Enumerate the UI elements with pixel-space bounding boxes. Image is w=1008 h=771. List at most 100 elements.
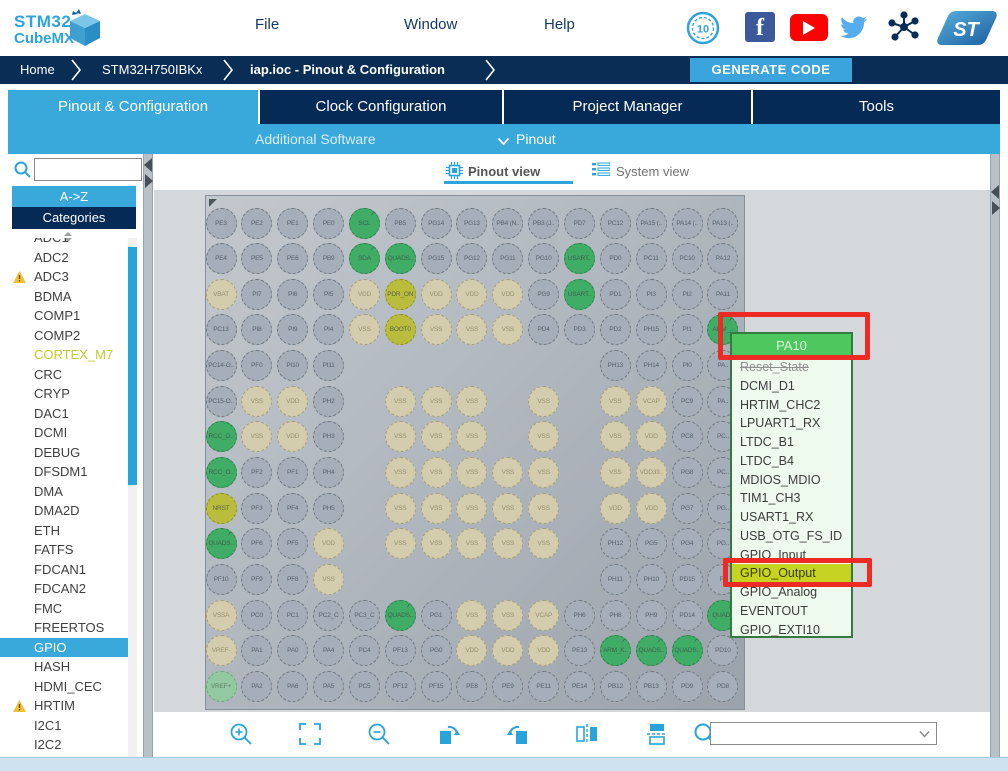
additional-software-link[interactable]: Additional Software: [255, 131, 376, 147]
pin-PD4[interactable]: PD4: [528, 314, 559, 345]
pin-VSS[interactable]: VSS: [241, 386, 272, 417]
sidebar-item-adc1[interactable]: ADC1: [0, 238, 138, 248]
pin-PA6[interactable]: PA6: [277, 671, 308, 702]
pin-PH5[interactable]: PH5: [313, 493, 344, 524]
pin-VDD[interactable]: VDD: [492, 635, 523, 666]
pin-VCAP[interactable]: VCAP: [636, 386, 667, 417]
twitter-icon[interactable]: [838, 13, 870, 46]
sidebar-item-bdma[interactable]: BDMA: [0, 287, 138, 307]
pin-PA11[interactable]: PA11: [707, 279, 738, 310]
pin-QUADS[interactable]: QUADS..: [636, 635, 667, 666]
pin-VREF+[interactable]: VREF+: [206, 671, 237, 702]
pin-PH13[interactable]: PH13: [600, 350, 631, 381]
sidebar-item-cryp[interactable]: CRYP: [0, 384, 138, 404]
sidebar-item-freertos[interactable]: FREERTOS: [0, 618, 138, 638]
sidebar-item-comp2[interactable]: COMP2: [0, 326, 138, 346]
pin-PC14-O[interactable]: PC14-O..: [206, 350, 237, 381]
flip-horizontal-icon[interactable]: [574, 721, 600, 747]
sort-az-button[interactable]: A->Z: [12, 186, 136, 207]
pin-VSS[interactable]: VSS: [492, 600, 523, 631]
pin-menu-item-lpuart1_rx[interactable]: LPUART1_RX: [732, 414, 851, 433]
pin-VSS[interactable]: VSS: [421, 457, 452, 488]
pin-PE4[interactable]: PE4: [206, 243, 237, 274]
pin-PC4[interactable]: PC4: [349, 635, 380, 666]
pin-PI5[interactable]: PI5: [313, 279, 344, 310]
pin-VDD[interactable]: VDD: [277, 386, 308, 417]
pin-PG5[interactable]: PG5: [636, 528, 667, 559]
pin-PG9[interactable]: PG9: [528, 279, 559, 310]
pin-QUADS[interactable]: QUADS..: [385, 243, 416, 274]
pin-PC2_C[interactable]: PC2_C: [313, 600, 344, 631]
pin-PF8[interactable]: PF8: [277, 564, 308, 595]
pin-PE11[interactable]: PE11: [528, 671, 559, 702]
pin-PC3_C[interactable]: PC3_C: [349, 600, 380, 631]
pin-PI7[interactable]: PI7: [241, 279, 272, 310]
pin-VSS[interactable]: VSS: [492, 457, 523, 488]
sidebar-item-crc[interactable]: CRC: [0, 365, 138, 385]
pin-VSS[interactable]: VSS: [600, 421, 631, 452]
pin-PA13[interactable]: PA13 (..: [707, 208, 738, 239]
pin-QUADS[interactable]: QUADS..: [672, 635, 703, 666]
pin-PC5[interactable]: PC5: [349, 671, 380, 702]
youtube-icon[interactable]: [790, 14, 828, 41]
pin-SCL[interactable]: SCL: [349, 208, 380, 239]
pin-PD2[interactable]: PD2: [600, 314, 631, 345]
pin-VDD[interactable]: VDD: [313, 528, 344, 559]
pin-PI2[interactable]: PI2: [672, 279, 703, 310]
pin-PD9[interactable]: PD9: [672, 671, 703, 702]
sidebar-item-adc2[interactable]: ADC2: [0, 248, 138, 268]
pin-PI10[interactable]: PI10: [277, 350, 308, 381]
sidebar-item-i2c2[interactable]: I2C2: [0, 735, 138, 755]
pin-PE3[interactable]: PE3: [206, 208, 237, 239]
pin-BOOT0[interactable]: BOOT0: [385, 314, 416, 345]
anniversary-10-badge-icon[interactable]: 10: [686, 11, 720, 50]
pin-PG8[interactable]: PG8: [672, 457, 703, 488]
pinout-dropdown[interactable]: Pinout: [497, 131, 556, 147]
pin-PC1[interactable]: PC1: [277, 600, 308, 631]
pin-VDD33[interactable]: VDD33..: [636, 457, 667, 488]
pin-PD3[interactable]: PD3: [564, 314, 595, 345]
pin-VSS[interactable]: VSS: [528, 493, 559, 524]
pin-PI3[interactable]: PI3: [636, 279, 667, 310]
pin-VCAP[interactable]: VCAP: [528, 600, 559, 631]
pin-VSS[interactable]: VSS: [528, 421, 559, 452]
st-logo[interactable]: ST: [936, 9, 998, 52]
pin-VSS[interactable]: VSS: [600, 386, 631, 417]
pinout-canvas[interactable]: PE3PE2PE1PE0SCLPB5PG14PG13PB4 (N..PB3 (J…: [154, 190, 990, 712]
pin-PF12[interactable]: PF12: [385, 671, 416, 702]
pin-PC15-O[interactable]: PC15-O..: [206, 386, 237, 417]
pin-menu-item-gpio_input[interactable]: GPIO_Input: [732, 546, 851, 565]
pin-PD15[interactable]: PD15: [672, 564, 703, 595]
sidebar-item-dfsdm1[interactable]: DFSDM1: [0, 462, 138, 482]
pin-PF6[interactable]: PF6: [241, 528, 272, 559]
pin-PE9[interactable]: PE9: [492, 671, 523, 702]
pin-PA1[interactable]: PA1: [241, 635, 272, 666]
pin-VSS[interactable]: VSS: [456, 528, 487, 559]
pin-VDD[interactable]: VDD: [456, 635, 487, 666]
pin-PG13[interactable]: PG13: [456, 208, 487, 239]
pin-PC8[interactable]: PC8: [672, 421, 703, 452]
pin-PG4[interactable]: PG4: [672, 528, 703, 559]
pin-menu-item-ltdc_b1[interactable]: LTDC_B1: [732, 433, 851, 452]
pin-PF13[interactable]: PF13: [385, 635, 416, 666]
pin-VSS[interactable]: VSS: [385, 493, 416, 524]
sidebar-item-comp1[interactable]: COMP1: [0, 306, 138, 326]
pin-PH15[interactable]: PH15: [636, 314, 667, 345]
pin-PB12[interactable]: PB12: [600, 671, 631, 702]
community-icon[interactable]: [888, 11, 920, 48]
tab-system-view[interactable]: System view: [592, 162, 610, 183]
pin-PG14[interactable]: PG14: [421, 208, 452, 239]
pin-menu-item-gpio_output[interactable]: GPIO_Output: [732, 564, 851, 583]
breadcrumb-project[interactable]: iap.ioc - Pinout & Configuration: [250, 62, 445, 77]
pin-PH12[interactable]: PH12: [600, 528, 631, 559]
peripheral-search-input[interactable]: [34, 158, 142, 181]
pin-PE1[interactable]: PE1: [277, 208, 308, 239]
tab-tools[interactable]: Tools: [753, 90, 1000, 124]
pin-PC12[interactable]: PC12: [600, 208, 631, 239]
sidebar-item-dma[interactable]: DMA: [0, 482, 138, 502]
pin-PE14[interactable]: PE14: [564, 671, 595, 702]
breadcrumb-home[interactable]: Home: [20, 62, 55, 77]
sidebar-item-fdcan1[interactable]: FDCAN1: [0, 560, 138, 580]
pin-menu-item-hrtim_chc2[interactable]: HRTIM_CHC2: [732, 396, 851, 415]
pin-PI0[interactable]: PI0: [672, 350, 703, 381]
